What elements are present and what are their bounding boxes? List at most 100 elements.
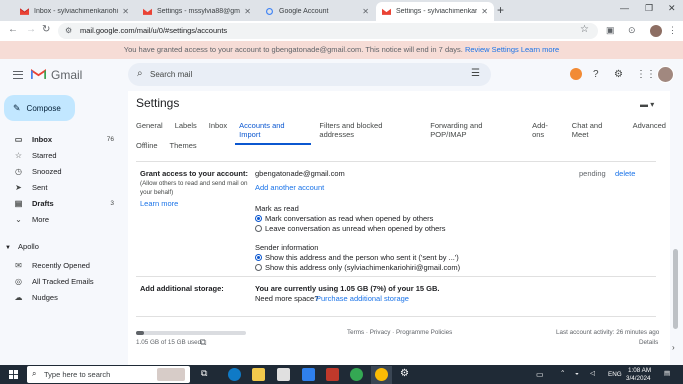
minimize-icon[interactable]: — <box>620 3 629 13</box>
media-app-icon[interactable] <box>326 368 339 381</box>
site-info-icon[interactable]: ⚙ <box>65 26 72 35</box>
window-close-icon[interactable]: ✕ <box>668 3 676 14</box>
inbox-icon: ▭ <box>14 135 23 144</box>
bookmark-star-icon[interactable]: ☆ <box>580 24 589 35</box>
settings-gear-icon[interactable]: ⚙ <box>614 69 623 80</box>
review-settings-link[interactable]: Review Settings <box>465 45 519 54</box>
address-bar[interactable]: ⚙ mail.google.com/mail/u/0/#settings/acc… <box>58 23 598 39</box>
forward-icon[interactable]: → <box>26 24 36 35</box>
banner-text: You have granted access to your account … <box>123 45 463 54</box>
browser-tab[interactable]: Settings - mssylvia88@gmail.co ✕ <box>137 2 257 21</box>
new-tab-button[interactable]: + <box>497 3 504 17</box>
apollo-label: Apollo <box>18 242 39 251</box>
reload-icon[interactable]: ↻ <box>42 24 50 35</box>
task-view-icon[interactable]: ⧉ <box>201 368 214 381</box>
browser-tab[interactable]: Google Account ✕ <box>259 2 375 21</box>
compose-button[interactable]: ✎ Compose <box>4 95 75 121</box>
store-icon[interactable] <box>277 368 290 381</box>
settings-app-icon[interactable]: ⚙ <box>400 368 413 381</box>
extensions-icon[interactable]: ▣ <box>606 25 615 36</box>
footer-links[interactable]: Terms · Privacy · Programme Policies <box>347 329 452 336</box>
scrollbar[interactable]: › <box>670 91 683 365</box>
network-icon[interactable]: ◒ <box>575 370 579 377</box>
close-icon[interactable]: ✕ <box>122 7 129 16</box>
browser-tab-title: Google Account <box>279 8 329 15</box>
clock-icon: ◷ <box>15 167 22 176</box>
help-icon[interactable]: ? <box>593 69 599 80</box>
battery-icon[interactable]: ▭ <box>536 370 544 379</box>
browser-tab[interactable]: Inbox - sylviachimenkariohiri ✕ <box>14 2 135 21</box>
notifications-icon[interactable]: ▤ <box>664 370 670 377</box>
tab-themes[interactable]: Themes <box>166 141 201 150</box>
scrollbar-thumb[interactable] <box>673 249 678 329</box>
taskbar-search[interactable]: ⌕ Type here to search <box>27 366 190 383</box>
sidebar-item-inbox[interactable]: ▭ Inbox 76 <box>0 132 128 147</box>
apollo-item-label: Nudges <box>32 293 58 302</box>
sidebar-item-drafts[interactable]: ▤ Drafts 3 <box>0 196 128 211</box>
divider <box>136 276 656 277</box>
close-icon[interactable]: ✕ <box>244 7 251 16</box>
sidebar-item-sent[interactable]: ➤ Sent <box>0 180 128 195</box>
mark-as-read-heading: Mark as read <box>255 204 299 213</box>
google-icon <box>266 8 273 15</box>
language-indicator[interactable]: ENG <box>608 371 622 378</box>
apollo-item-recently-opened[interactable]: ✉ Recently Opened <box>0 258 128 273</box>
search-options-icon[interactable]: ☰ <box>471 68 480 79</box>
account-avatar[interactable] <box>657 66 674 83</box>
taskbar-search-input[interactable]: Type here to search <box>44 370 110 379</box>
tab-offline[interactable]: Offline <box>132 141 162 150</box>
mail-app-icon[interactable] <box>302 368 315 381</box>
divider <box>136 316 656 317</box>
sidebar-item-starred[interactable]: ☆ Starred <box>0 148 128 163</box>
search-icon[interactable]: ⌕ <box>137 68 143 79</box>
browser-toolbar: ← → ↻ ⚙ mail.google.com/mail/u/0/#settin… <box>0 21 683 41</box>
details-link[interactable]: Details <box>639 339 658 346</box>
media-icon[interactable]: ⊙ <box>628 25 636 36</box>
apollo-section-header[interactable]: ▼ Apollo <box>5 242 39 251</box>
external-link-icon[interactable]: ⧉ <box>200 337 206 348</box>
tray-chevron-icon[interactable]: ⌃ <box>560 370 565 377</box>
browser-tab-strip: Inbox - sylviachimenkariohiri ✕ Settings… <box>0 0 683 21</box>
browser-tab-active[interactable]: Settings - sylviachimenkariohiri ✕ <box>376 2 494 21</box>
restore-icon[interactable]: ❐ <box>645 3 653 14</box>
collapse-panel-icon[interactable]: › <box>672 343 675 352</box>
address-only-option-label: Show this address only (sylviachimenkari… <box>265 263 461 272</box>
sidebar-item-more[interactable]: ⌄ More <box>0 212 128 227</box>
main-menu-icon[interactable] <box>13 71 23 79</box>
mark-read-radio[interactable] <box>255 215 262 222</box>
close-icon[interactable]: ✕ <box>481 7 488 16</box>
edge-icon[interactable] <box>228 368 241 381</box>
address-only-radio[interactable] <box>255 264 262 271</box>
sidebar-item-snoozed[interactable]: ◷ Snoozed <box>0 164 128 179</box>
gmail-logo-icon[interactable] <box>31 68 46 80</box>
sent-by-radio[interactable] <box>255 254 262 261</box>
back-icon[interactable]: ← <box>8 24 18 35</box>
file-explorer-icon[interactable] <box>252 368 265 381</box>
delete-delegate-link[interactable]: delete <box>615 169 635 178</box>
apollo-icon[interactable] <box>570 68 582 80</box>
browser-menu-icon[interactable]: ⋮ <box>668 25 677 36</box>
search-input[interactable]: Search mail <box>150 70 192 79</box>
windows-start-icon[interactable] <box>9 370 18 379</box>
clock-date[interactable]: 3/4/2024 <box>626 375 651 382</box>
leave-unread-radio[interactable] <box>255 225 262 232</box>
search-bar[interactable]: ⌕ Search mail ☰ <box>128 63 491 86</box>
banner-learn-more-link[interactable]: Learn more <box>521 45 559 54</box>
add-another-account-link[interactable]: Add another account <box>255 183 324 192</box>
volume-icon[interactable]: ◁ <box>590 370 595 377</box>
apollo-item-label: All Tracked Emails <box>32 277 94 286</box>
chrome-icon[interactable] <box>350 368 363 381</box>
keyboard-layout-icon[interactable]: ▬ ▾ <box>640 100 654 109</box>
access-notice-banner: You have granted access to your account … <box>0 41 683 59</box>
grant-access-learn-more-link[interactable]: Learn more <box>140 199 178 208</box>
apps-grid-icon[interactable]: ⋮⋮ <box>636 69 656 80</box>
browser-profile-avatar[interactable] <box>650 25 662 37</box>
gmail-header: Gmail ⌕ Search mail ☰ ? ⚙ ⋮⋮ <box>0 59 683 91</box>
search-icon: ⌕ <box>32 369 37 378</box>
apollo-item-nudges[interactable]: ☁ Nudges <box>0 290 128 305</box>
chrome-active-icon[interactable] <box>375 368 388 381</box>
purchase-storage-link[interactable]: Purchase additional storage <box>316 294 409 303</box>
clock-time[interactable]: 1:08 AM <box>628 367 651 374</box>
close-icon[interactable]: ✕ <box>362 7 369 16</box>
apollo-item-all-tracked[interactable]: ◎ All Tracked Emails <box>0 274 128 289</box>
